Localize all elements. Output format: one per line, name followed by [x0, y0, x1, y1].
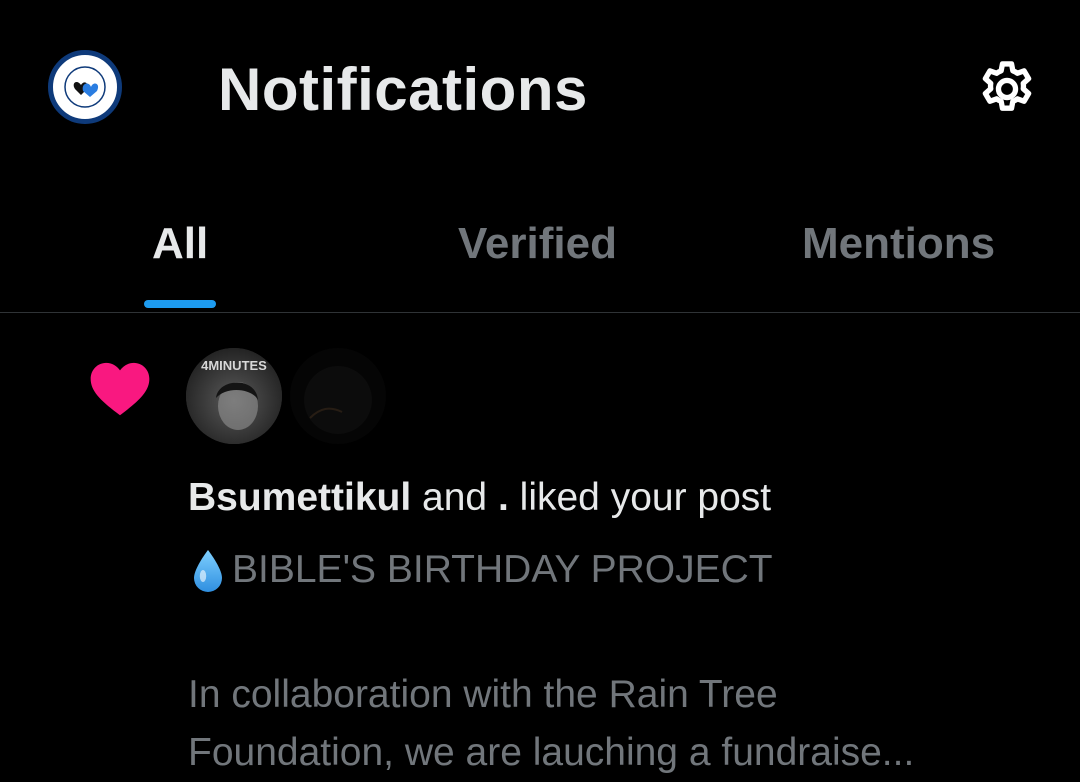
tab-mentions[interactable]: Mentions — [802, 218, 995, 270]
action-text: liked your post — [519, 476, 772, 519]
notification-text: Bsumettikul and . liked your post — [188, 474, 771, 522]
post-title-text: BIBLE'S BIRTHDAY PROJECT — [232, 548, 773, 591]
other-liker-name[interactable]: . — [498, 476, 509, 519]
conjunction-text: and — [422, 476, 488, 519]
tab-all[interactable]: All — [152, 218, 208, 270]
post-body: In collaboration with the Rain Tree Foun… — [188, 666, 1048, 782]
liker-avatar-photo: 4MINUTES — [186, 348, 282, 444]
profile-avatar[interactable] — [48, 50, 122, 124]
gear-icon — [982, 61, 1032, 111]
liker-avatar[interactable] — [290, 348, 386, 444]
top-app-bar: Notifications — [0, 0, 1080, 180]
post-body-line: In collaboration with the Rain Tree — [188, 673, 778, 716]
droplet-icon — [194, 550, 222, 592]
post-body-line: Foundation, we are lauching a fundraise.… — [188, 731, 915, 774]
notification-item[interactable]: 4MINUTES Bsumettikul and . liked your po… — [0, 314, 1080, 776]
bible-fanbase-logo-icon — [55, 57, 115, 117]
heart-icon — [90, 362, 150, 416]
active-tab-indicator — [144, 300, 216, 308]
avatar-caption: 4MINUTES — [201, 358, 267, 373]
liker-avatar-photo — [290, 348, 386, 444]
post-title: BIBLE'S BIRTHDAY PROJECT — [188, 546, 773, 594]
liker-name[interactable]: Bsumettikul — [188, 476, 411, 519]
liker-avatar[interactable]: 4MINUTES — [186, 348, 282, 444]
page-title: Notifications — [218, 56, 588, 123]
tab-verified[interactable]: Verified — [458, 218, 617, 270]
notification-tabs: All Verified Mentions — [0, 200, 1080, 313]
settings-button[interactable] — [972, 54, 1042, 124]
